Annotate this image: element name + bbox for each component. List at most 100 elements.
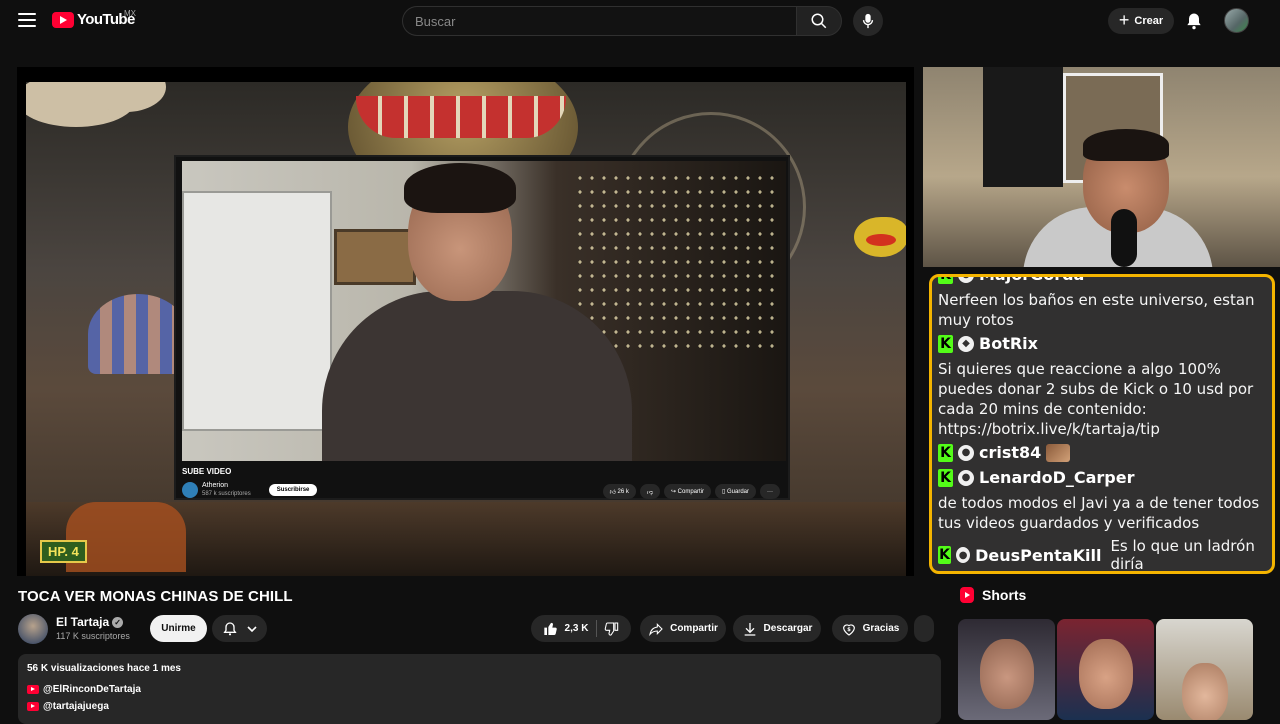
- person-hair: [404, 163, 516, 213]
- svg-text:$: $: [847, 627, 851, 633]
- chat-user-line: K ● crist84: [938, 443, 1270, 462]
- streamer-hair: [1083, 129, 1169, 161]
- embedded-subscribe-button: Suscribirse: [268, 484, 318, 496]
- join-button[interactable]: Unirme: [150, 615, 207, 642]
- kick-icon: K: [938, 443, 953, 462]
- kick-chat-overlay: K ● MajorGorda Nerfeen los baños en este…: [929, 274, 1275, 574]
- create-button[interactable]: + Crear: [1108, 8, 1174, 34]
- embedded-channel-avatar: [182, 482, 198, 498]
- chat-username: crist84: [979, 443, 1042, 462]
- video-player[interactable]: HP. 4 SUBE VIDEO Atherion 587 k suscript…: [17, 67, 914, 576]
- bell-outline-icon: [222, 621, 237, 635]
- share-button[interactable]: Compartir: [640, 615, 726, 642]
- embedded-share-label: Compartir: [677, 488, 704, 495]
- search-input[interactable]: [402, 6, 796, 36]
- chat-user-line: K ● LenardoD_Carper: [938, 468, 1270, 487]
- search-button[interactable]: [796, 6, 842, 36]
- hamburger-menu-icon[interactable]: [18, 13, 36, 27]
- user-icon: ●: [956, 547, 971, 563]
- kick-icon: K: [938, 546, 952, 564]
- top-bar: YouTube MX + Crear: [0, 0, 1280, 42]
- search-icon: [811, 13, 827, 29]
- youtube-icon: [27, 702, 39, 711]
- like-dislike-group: 2,3 K: [531, 615, 631, 642]
- episode-badge: HP. 4: [40, 540, 87, 563]
- embedded-channel: Atherion 587 k suscriptores Suscribirse: [182, 482, 318, 498]
- chat-message: de todos modos el Javi ya a de tener tod…: [938, 494, 1260, 532]
- wall-poster: [983, 67, 1063, 187]
- embedded-save-label: Guardar: [726, 488, 749, 495]
- notifications-button[interactable]: [1184, 11, 1204, 31]
- short-face: [1182, 663, 1228, 720]
- chat-user-line: K ● DeusPentaKill Es lo que un ladrón di…: [938, 537, 1270, 571]
- thanks-button[interactable]: $ Gracias: [832, 615, 908, 642]
- channel-name-row[interactable]: El Tartaja ✓: [56, 615, 124, 629]
- more-actions-button[interactable]: [914, 615, 934, 642]
- chat-user-line: K ◆ BotRix: [938, 334, 1270, 353]
- account-avatar[interactable]: [1224, 8, 1249, 33]
- shorts-header: Shorts: [960, 587, 1026, 603]
- download-button[interactable]: Descargar: [733, 615, 821, 642]
- embedded-share-pill: ↪ Compartir: [663, 484, 711, 499]
- chat-username: BotRix: [979, 334, 1038, 353]
- create-label: Crear: [1134, 15, 1164, 27]
- like-count: 2,3 K: [564, 623, 589, 634]
- thanks-label: Gracias: [862, 623, 900, 634]
- chat-user-line: K ● MajorGorda: [938, 274, 1270, 284]
- embedded-dislike-pill: 👎︎: [639, 484, 660, 499]
- short-thumbnail[interactable]: [958, 619, 1055, 720]
- video-title: TOCA VER MONAS CHINAS DE CHILL: [18, 588, 293, 605]
- voice-search-button[interactable]: [853, 6, 883, 36]
- country-code: MX: [124, 9, 136, 18]
- thumbs-down-icon: 👎︎: [646, 489, 653, 496]
- share-arrow-icon: [649, 622, 663, 636]
- verified-check-icon: ✓: [112, 616, 124, 628]
- chat-message: Nerfeen los baños en este universo, esta…: [938, 291, 1255, 329]
- share-arrow-icon: ↪: [670, 489, 676, 495]
- short-face: [1079, 639, 1133, 709]
- shorts-title: Shorts: [982, 587, 1027, 603]
- chat-username: MajorGorda: [979, 274, 1085, 284]
- link-text[interactable]: @ElRinconDeTartaja: [43, 684, 141, 695]
- embedded-video: [182, 161, 786, 461]
- channel-name[interactable]: El Tartaja: [56, 615, 109, 629]
- whiteboard: [182, 191, 332, 431]
- thumbs-up-icon: [543, 622, 557, 635]
- embedded-channel-info: Atherion 587 k suscriptores: [202, 482, 251, 498]
- youtube-logo[interactable]: YouTube: [52, 11, 135, 28]
- embedded-more-icon: ···: [760, 484, 780, 499]
- user-icon: ●: [958, 277, 974, 283]
- short-thumbnail[interactable]: [1156, 619, 1253, 720]
- like-button[interactable]: 2,3 K: [543, 620, 598, 637]
- thumbs-down-icon[interactable]: [603, 621, 619, 637]
- kick-icon: K: [938, 334, 953, 353]
- carnival-tent: [88, 294, 188, 374]
- channel-avatar[interactable]: [18, 614, 48, 644]
- shorts-icon: [960, 587, 974, 603]
- bell-icon: [1187, 13, 1201, 30]
- description-box[interactable]: 56 K visualizaciones hace 1 mes @ElRinco…: [18, 654, 941, 724]
- share-label: Compartir: [670, 623, 718, 634]
- heart-dollar-icon: $: [842, 623, 855, 636]
- download-label: Descargar: [763, 623, 813, 634]
- bird-beak: [866, 234, 896, 246]
- description-link[interactable]: @tartajajuega: [27, 701, 109, 712]
- thumbs-up-icon: 👍︎: [609, 489, 616, 496]
- microphone-icon: [862, 13, 874, 29]
- chat-username: LenardoD_Carper: [979, 468, 1135, 487]
- description-link[interactable]: @ElRinconDeTartaja: [27, 684, 141, 695]
- embedded-video-frame: SUBE VIDEO Atherion 587 k suscriptores S…: [174, 155, 790, 500]
- short-face: [980, 639, 1034, 709]
- streamer-webcam: [923, 67, 1280, 267]
- user-icon: ●: [958, 469, 974, 486]
- balloon-stripes: [356, 96, 566, 138]
- subscription-notifications-button[interactable]: [212, 615, 267, 642]
- bot-shield-icon: ◆: [958, 335, 974, 352]
- person-body: [322, 291, 632, 461]
- corkboard: [334, 229, 416, 285]
- user-icon: ●: [958, 444, 974, 461]
- link-text[interactable]: @tartajajuega: [43, 701, 109, 712]
- chat-messages: K ● MajorGorda Nerfeen los baños en este…: [938, 274, 1270, 571]
- chat-message: Si quieres que reaccione a algo 100% pue…: [938, 360, 1254, 438]
- short-thumbnail[interactable]: [1057, 619, 1154, 720]
